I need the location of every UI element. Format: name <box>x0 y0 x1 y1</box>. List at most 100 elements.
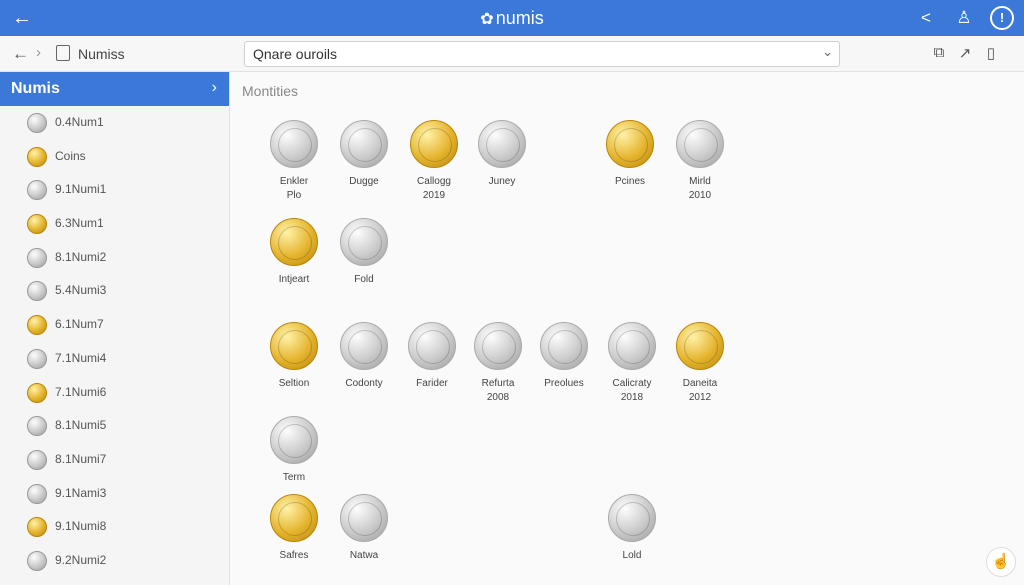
sidebar-item[interactable]: 9.2Numi2 <box>0 544 229 578</box>
coin-card[interactable]: Lold <box>592 494 672 585</box>
coin-name: Fold <box>354 274 374 285</box>
coin-card[interactable]: Natwa <box>324 494 404 585</box>
navigation-bar: ← › Numiss ⌄ ⧉ ↗ ▯ <box>0 36 1024 72</box>
share-icon[interactable]: < <box>914 6 938 30</box>
coin-name: Daneita <box>682 378 718 389</box>
sidebar-item[interactable]: 9.1Numi8 <box>0 510 229 544</box>
coin-card[interactable]: Safres <box>254 494 334 585</box>
folder-icon <box>56 45 70 61</box>
coin-image <box>340 322 388 370</box>
sidebar-header[interactable]: Numis › <box>0 72 229 106</box>
sidebar-item[interactable]: 7.1Numi6 <box>0 376 229 410</box>
sidebar-item[interactable]: 7.1Numi4 <box>0 342 229 376</box>
coin-card[interactable]: Intjeart <box>254 218 334 314</box>
coin-image <box>270 416 318 464</box>
coin-image <box>474 322 522 370</box>
coin-image <box>410 120 458 168</box>
sidebar-item[interactable]: 5.4Numi3 <box>0 274 229 308</box>
sidebar-item-label: Coins <box>55 148 86 163</box>
sidebar: Numis › 0.4Num1 Coins 9.1Numi1 6.3Num1 8.1Nu… <box>0 72 230 585</box>
app-title-text: numis <box>495 8 544 28</box>
coin-card[interactable]: Mirld 2010 <box>660 120 740 216</box>
sidebar-list: 0.4Num1 Coins 9.1Numi1 6.3Num1 8.1Numi2 5.4Nu… <box>0 106 229 585</box>
coin-thumbnail-icon <box>27 214 47 235</box>
coin-card[interactable]: Pcines <box>590 120 670 216</box>
info-icon[interactable]: ! <box>990 6 1014 30</box>
coin-thumbnail-icon <box>27 550 47 571</box>
sidebar-item[interactable]: 8.1Numi5 <box>0 409 229 443</box>
sidebar-item[interactable]: Coins <box>0 140 229 174</box>
touch-icon[interactable]: ☝ <box>986 547 1016 577</box>
coin-thumbnail-icon <box>27 348 47 369</box>
coin-name: Term <box>282 472 306 483</box>
phone-icon[interactable]: ▯ <box>984 44 998 62</box>
coin-year: 2010 <box>688 190 712 201</box>
top-app-bar: ← ✿ numis < ♙ ! <box>0 0 1024 36</box>
coin-image <box>270 322 318 370</box>
sidebar-item[interactable]: 0.4Num1 <box>0 106 229 140</box>
sidebar-item-label: 6.1Num7 <box>55 317 104 332</box>
sidebar-item[interactable]: 6.3Num1 <box>0 207 229 241</box>
chevron-right-icon[interactable]: › <box>212 79 217 97</box>
breadcrumb[interactable]: Numiss <box>78 46 125 62</box>
coin-image <box>340 218 388 266</box>
sidebar-item[interactable]: 6.1Num7 <box>0 308 229 342</box>
expand-icon[interactable]: ↗ <box>958 44 972 62</box>
user-icon[interactable]: ♙ <box>952 6 976 30</box>
coin-thumbnail-icon <box>27 517 47 538</box>
coin-thumbnail-icon <box>27 449 47 470</box>
coin-image <box>408 322 456 370</box>
coin-card[interactable]: Enkler Plo <box>254 120 334 216</box>
coin-thumbnail-icon <box>27 483 47 504</box>
coin-thumbnail-icon <box>27 113 47 133</box>
coin-name: Seltion <box>278 378 310 389</box>
coin-year: 2012 <box>688 392 712 403</box>
sidebar-item[interactable]: 8.1Numi7 <box>0 443 229 477</box>
sidebar-item-label: 0.4Num1 <box>55 115 104 129</box>
coin-thumbnail-icon <box>27 180 47 201</box>
coin-name: Intjeart <box>278 274 310 285</box>
coin-card[interactable]: Seltion <box>254 322 334 418</box>
nav-forward-icon[interactable]: › <box>36 44 41 61</box>
sidebar-item[interactable]: 9.1Numi1 <box>0 173 229 207</box>
section-title: Montities <box>242 83 299 99</box>
sidebar-item-label: 9.2Numi2 <box>55 552 107 567</box>
search-box[interactable]: ⌄ <box>244 41 840 67</box>
sidebar-item-label: 7.1Numi6 <box>55 384 107 399</box>
coin-thumbnail-icon <box>27 281 47 302</box>
top-actions: < ♙ ! <box>914 6 1014 30</box>
coin-name: Enkler <box>279 176 309 187</box>
sidebar-item[interactable]: 9.1Nami3 <box>0 477 229 511</box>
coin-card[interactable]: Juney <box>462 120 542 216</box>
nav-back-icon[interactable]: ← <box>12 44 29 64</box>
coin-name: Lold <box>622 550 642 561</box>
coin-image <box>676 322 724 370</box>
coin-card[interactable]: Daneita 2012 <box>660 322 740 418</box>
chevron-down-icon[interactable]: ⌄ <box>822 44 833 60</box>
copy-icon[interactable]: ⧉ <box>932 44 946 62</box>
coin-image <box>340 120 388 168</box>
coin-name: Mirld <box>689 176 711 187</box>
search-input[interactable] <box>253 45 813 63</box>
sidebar-item-label: 7.1Numi4 <box>55 350 107 365</box>
coin-name: Natwa <box>349 550 379 561</box>
coin-image <box>478 120 526 168</box>
coin-thumbnail-icon <box>27 247 47 268</box>
coin-name: Safres <box>279 550 309 561</box>
sidebar-item[interactable]: 9.2Nami3 <box>0 578 229 585</box>
toolbar-icons: ⧉ ↗ ▯ <box>932 44 998 62</box>
leaf-logo-icon: ✿ <box>480 11 494 28</box>
sidebar-item-label: 6.3Num1 <box>55 216 104 231</box>
coin-name: Juney <box>488 176 516 187</box>
coin-card[interactable]: Dugge <box>324 120 404 216</box>
coin-card[interactable]: Fold <box>324 218 404 314</box>
sidebar-item-label: 5.4Numi3 <box>55 283 107 298</box>
coin-image <box>608 494 656 542</box>
main-content: Montities Enkler Plo Dugge Callogg 2019 Juney… <box>230 72 1024 585</box>
coin-thumbnail-icon <box>27 315 47 336</box>
sidebar-item[interactable]: 8.1Numi2 <box>0 241 229 275</box>
sidebar-item-label: 9.1Numi8 <box>55 519 107 534</box>
coin-image <box>270 218 318 266</box>
coin-image <box>540 322 588 370</box>
coin-image <box>340 494 388 542</box>
